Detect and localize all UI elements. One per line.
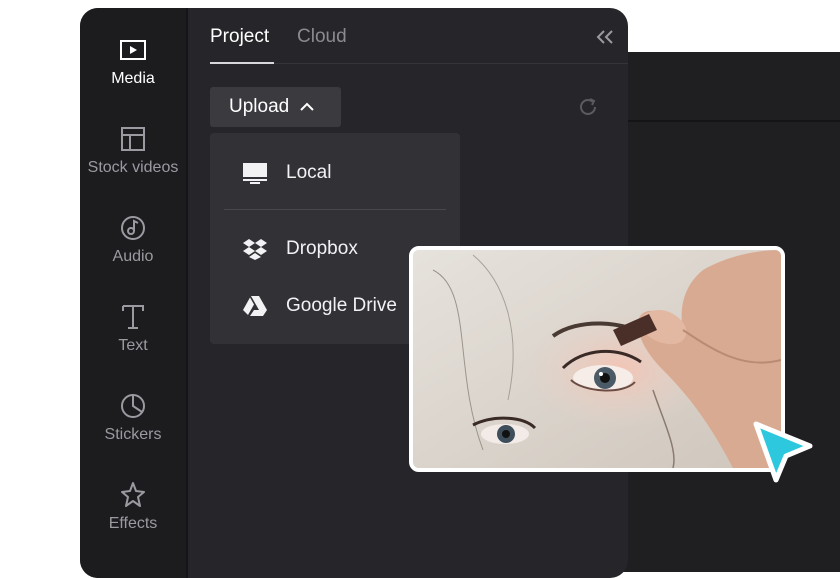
music-note-icon — [119, 214, 147, 242]
tab-project[interactable]: Project — [210, 26, 269, 48]
text-t-icon — [119, 303, 147, 331]
upload-button[interactable]: Upload — [210, 87, 341, 127]
sidebar-item-label: Stock videos — [87, 159, 179, 176]
pointer-cursor-icon — [750, 418, 816, 488]
active-tab-indicator — [210, 62, 274, 64]
menu-item-local[interactable]: Local — [210, 148, 460, 198]
sidebar-item-label: Text — [118, 337, 148, 354]
sidebar-item-media[interactable]: Media — [80, 36, 186, 116]
sidebar-item-label: Media — [111, 70, 155, 87]
collapse-panel-button[interactable] — [594, 28, 616, 46]
sidebar-item-stickers[interactable]: Stickers — [80, 392, 186, 472]
sidebar-item-label: Stickers — [104, 426, 162, 443]
sidebar-item-audio[interactable]: Audio — [80, 214, 186, 294]
menu-item-label: Google Drive — [286, 295, 397, 316]
menu-item-label: Local — [286, 162, 332, 183]
refresh-button[interactable] — [577, 96, 599, 118]
sidebar-item-label: Audio — [112, 248, 154, 265]
chevron-up-icon — [300, 102, 314, 111]
sidebar-item-label: Effects — [108, 515, 158, 532]
upload-button-label: Upload — [229, 96, 290, 117]
sidebar-item-stock-videos[interactable]: Stock videos — [80, 125, 186, 205]
double-chevron-left-icon — [596, 30, 613, 44]
sticker-icon — [119, 392, 147, 420]
sidebar-item-text[interactable]: Text — [80, 303, 186, 383]
media-thumbnail-drawing[interactable] — [409, 246, 785, 472]
sidebar-item-effects[interactable]: Effects — [80, 481, 186, 561]
tab-cloud[interactable]: Cloud — [297, 26, 347, 48]
google-drive-icon — [242, 293, 268, 319]
sidebar-divider — [186, 8, 188, 578]
refresh-icon — [580, 98, 596, 115]
media-play-icon — [119, 36, 147, 64]
menu-separator — [224, 209, 446, 210]
stock-layout-icon — [119, 125, 147, 153]
dropbox-icon — [242, 236, 268, 262]
pencil-portrait-image — [413, 250, 781, 468]
effects-star-icon — [119, 481, 147, 509]
menu-item-label: Dropbox — [286, 238, 358, 259]
monitor-icon — [242, 160, 268, 186]
sidebar: Media Stock videos Audio Text Stickers E… — [80, 8, 186, 578]
